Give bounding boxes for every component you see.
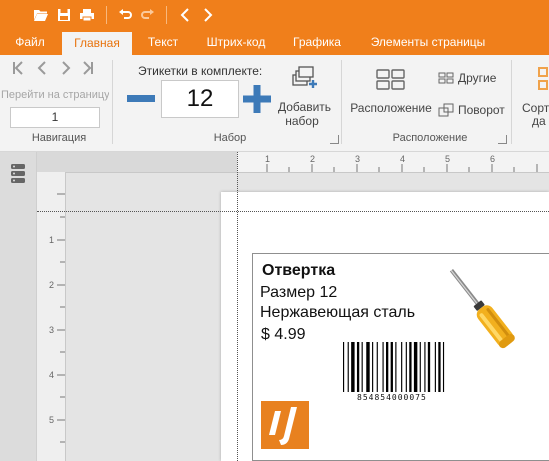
group-separator	[112, 60, 113, 144]
tab-text[interactable]: Текст	[137, 30, 189, 55]
set-group-label: Набор	[213, 132, 247, 144]
decrease-count-button[interactable]	[126, 84, 156, 114]
ruler-tick-label: 3	[355, 154, 361, 164]
add-set-button[interactable]: Добавить набор	[278, 63, 332, 129]
others-grid-icon	[438, 72, 454, 84]
tab-barcode[interactable]: Штрих-код	[196, 30, 276, 55]
sort-label-2: да	[532, 114, 546, 128]
rotate-button[interactable]: Поворот	[438, 102, 508, 120]
increase-count-button[interactable]	[242, 84, 272, 114]
next-page-icon[interactable]	[57, 61, 73, 77]
first-page-icon[interactable]	[10, 61, 26, 77]
add-set-label-1: Добавить	[278, 100, 332, 114]
horizontal-margin-guide	[37, 211, 549, 212]
rotate-label: Поворот	[458, 103, 505, 117]
product-size[interactable]: Размер 12	[260, 284, 337, 302]
layout-grid-icon	[376, 69, 405, 90]
ruler-tick-label: 6	[490, 154, 496, 164]
add-set-icon	[292, 66, 317, 88]
ruler-tick-label: 2	[310, 154, 316, 164]
ruler-tick-label: 1	[49, 235, 55, 245]
redo-icon[interactable]	[138, 5, 158, 25]
ruler-tick-label: 5	[49, 415, 55, 425]
ruler-tick-label: 4	[400, 154, 406, 164]
set-count-input[interactable]: 12	[161, 80, 239, 118]
sort-icon	[538, 67, 548, 90]
product-price[interactable]: $ 4.99	[261, 326, 305, 344]
last-page-icon[interactable]	[80, 61, 96, 77]
sort-button[interactable]: Сорт да	[518, 63, 549, 129]
ruler-tick-label: 1	[265, 154, 271, 164]
objects-panel-icon[interactable]	[11, 164, 25, 184]
previous-page-icon[interactable]	[35, 61, 51, 77]
tab-home[interactable]: Главная	[62, 30, 132, 55]
layout-label: Расположение	[350, 101, 432, 115]
layout-button[interactable]: Расположение	[348, 63, 434, 123]
undo-icon[interactable]	[115, 5, 135, 25]
tab-file[interactable]: Файл	[4, 30, 56, 55]
tab-page-elements[interactable]: Элементы страницы	[360, 30, 496, 55]
rotate-icon	[438, 103, 454, 117]
ruler-tick-label: 5	[445, 154, 451, 164]
left-tool-strip	[0, 152, 37, 461]
quick-access-toolbar	[0, 0, 549, 30]
tab-graphics[interactable]: Графика	[284, 30, 350, 55]
ruler-tick-label: 3	[49, 325, 55, 335]
product-material[interactable]: Нержавеющая сталь	[260, 304, 415, 322]
navigation-group-label: Навигация	[31, 132, 87, 144]
add-set-label-2: набор	[285, 114, 319, 128]
ruler-tick-label: 2	[49, 280, 55, 290]
ruler-tick-label: 4	[49, 370, 55, 380]
group-separator	[511, 60, 512, 144]
others-button[interactable]: Другие	[438, 70, 508, 88]
others-label: Другие	[458, 71, 497, 85]
open-folder-icon[interactable]	[31, 5, 51, 25]
group-separator	[341, 60, 342, 144]
sort-label: Сорт	[522, 101, 549, 115]
company-logo[interactable]	[261, 401, 309, 449]
toolbar-separator	[106, 6, 107, 24]
label-card[interactable]: Отвертка Размер 12 Нержавеющая сталь $ 4…	[252, 253, 549, 461]
barcode-image[interactable]	[341, 342, 459, 392]
dialog-launcher-icon[interactable]	[498, 135, 507, 144]
minus-icon	[127, 95, 155, 102]
back-arrow-icon[interactable]	[175, 5, 195, 25]
goto-page-label: Перейти на страницу	[1, 89, 109, 101]
barcode-number: 854854000075	[357, 393, 427, 402]
vertical-margin-guide	[237, 152, 238, 461]
plus-icon	[243, 85, 271, 113]
forward-arrow-icon[interactable]	[198, 5, 218, 25]
dialog-launcher-icon[interactable]	[330, 135, 339, 144]
ribbon-tabs: Файл Главная Текст Штрих-код Графика Эле…	[0, 30, 549, 55]
product-title[interactable]: Отвертка	[262, 262, 335, 280]
page-number-input[interactable]: 1	[10, 107, 100, 128]
ribbon-panel: Перейти на страницу 1 Навигация Этикетки…	[0, 55, 549, 152]
print-icon[interactable]	[77, 5, 97, 25]
horizontal-ruler-offset	[37, 152, 237, 173]
layout-group-label: Расположение	[392, 132, 468, 144]
horizontal-ruler: 1 2 3 4 5 6	[237, 152, 549, 173]
save-icon[interactable]	[54, 5, 74, 25]
labels-in-set-label: Этикетки в комплекте:	[138, 64, 263, 78]
vertical-ruler: 1 2 3 4 5	[37, 172, 66, 461]
toolbar-separator	[166, 6, 167, 24]
